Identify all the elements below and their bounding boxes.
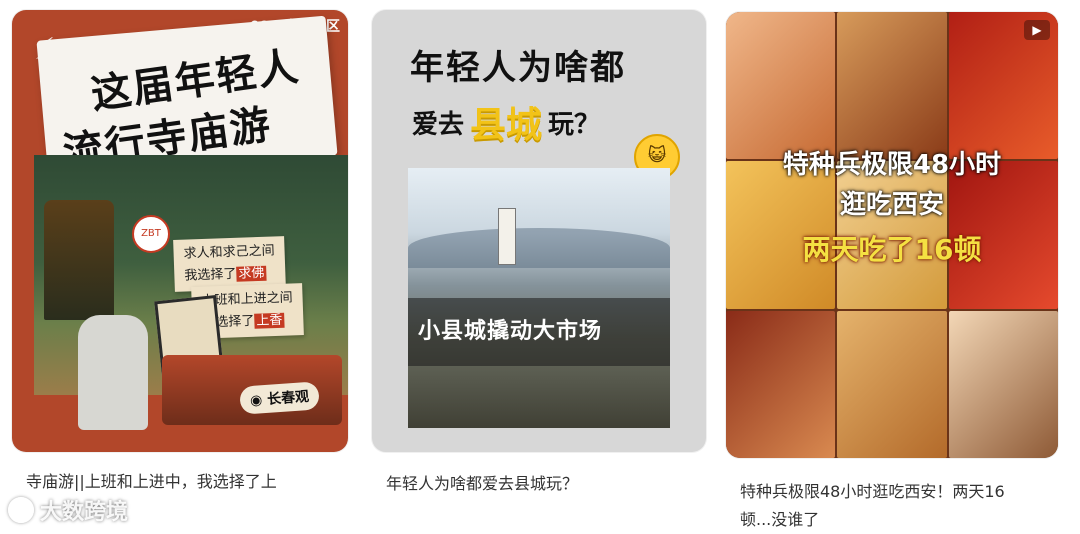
mountains	[408, 228, 670, 268]
post-caption[interactable]: 寺庙游||上班和上进中，我选择了上	[26, 468, 326, 496]
video-play-icon[interactable]: ▶	[1024, 20, 1050, 40]
watermark-logo-icon	[8, 497, 34, 523]
cover-title-line2: 爱去 县城 玩？	[412, 96, 600, 148]
cover-image[interactable]: ▶ 特种兵极限48小时 逛吃西安 两天吃了16顿	[726, 12, 1058, 458]
note-line: 求人和求己之间	[183, 243, 275, 262]
food-tile	[726, 12, 836, 160]
cover-title-line2: 逛吃西安	[839, 190, 944, 220]
pagoda-illustration	[44, 200, 114, 320]
note-highlight: 上香	[254, 312, 285, 329]
cover-title-line1: 年轻人为啥都	[410, 48, 626, 88]
location-pin-icon: ◉	[249, 391, 268, 410]
badge-logo: ZBT	[132, 215, 170, 253]
food-tile	[726, 310, 836, 458]
watermark: 大数跨境	[8, 494, 128, 526]
location-tag: ◉ 长春观	[239, 381, 320, 415]
note-highlight: 求佛	[236, 265, 267, 282]
cover-highlight: 县城	[470, 105, 543, 146]
stone-lion	[78, 315, 148, 430]
food-tile	[948, 310, 1058, 458]
cover-title-line3: 两天吃了16顿	[802, 233, 982, 266]
caption-line: 特种兵极限48小时逛吃西安！两天16	[740, 482, 1005, 501]
post-caption[interactable]: 特种兵极限48小时逛吃西安！两天16 顿...没谁了	[740, 478, 1050, 534]
cover-image[interactable]: 年轻人为啥都 爱去 县城 玩？ 😺 小县城撬动大市场	[372, 10, 706, 452]
tower	[498, 208, 516, 265]
watermark-text: 大数跨境	[40, 500, 129, 525]
cover-image[interactable]: ⚡ 098 青年社区 这届年轻人 流行寺庙游 ZBT 求人和求己之间 我选择了求…	[12, 10, 348, 452]
food-tile	[837, 310, 947, 458]
overlay-banner: 小县城撬动大市场	[408, 298, 670, 366]
cover-title-line1: 特种兵极限48小时	[782, 150, 1002, 180]
post-caption[interactable]: 年轻人为啥都爱去县城玩？	[386, 470, 696, 498]
food-tile	[837, 12, 947, 160]
